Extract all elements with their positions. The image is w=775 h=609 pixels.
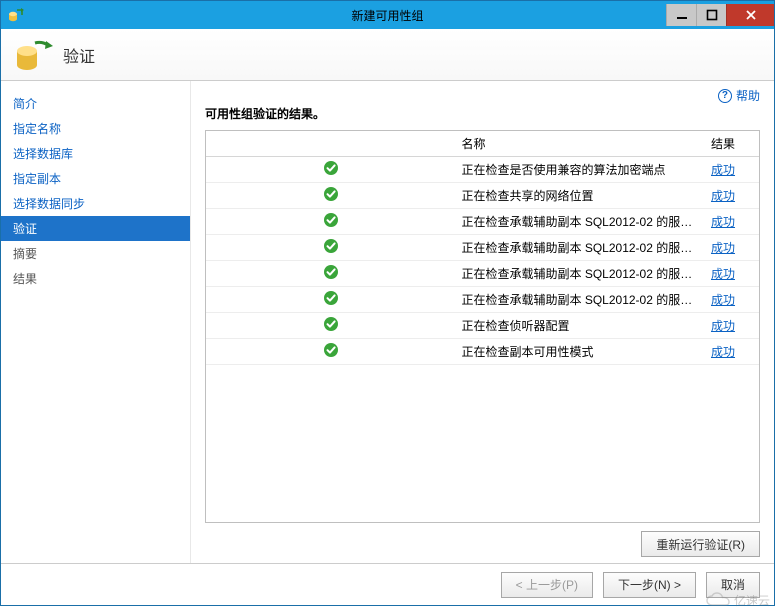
- maximize-button[interactable]: [696, 4, 726, 26]
- sidebar-item-1[interactable]: 指定名称: [1, 116, 190, 141]
- row-result: 成功: [705, 209, 759, 235]
- titlebar: 新建可用性组: [1, 1, 774, 29]
- table-row: 正在检查共享的网络位置成功: [206, 183, 759, 209]
- footer: < 上一步(P) 下一步(N) > 取消 亿速云: [1, 563, 774, 605]
- result-link[interactable]: 成功: [711, 345, 735, 359]
- success-icon: [206, 209, 456, 235]
- table-row: 正在检查承载辅助副本 SQL2012-02 的服务器实例上数据库文件是否存在成功: [206, 287, 759, 313]
- app-icon: [5, 4, 27, 26]
- row-name: 正在检查副本可用性模式: [456, 339, 706, 365]
- sidebar-item-3[interactable]: 指定副本: [1, 166, 190, 191]
- row-result: 成功: [705, 183, 759, 209]
- results-container: 名称 结果 正在检查是否使用兼容的算法加密端点成功正在检查共享的网络位置成功正在…: [205, 130, 760, 523]
- sidebar-item-2[interactable]: 选择数据库: [1, 141, 190, 166]
- header: 验证: [1, 29, 774, 81]
- page-title: 验证: [63, 43, 95, 67]
- column-result[interactable]: 结果: [705, 131, 759, 157]
- column-name[interactable]: 名称: [456, 131, 706, 157]
- row-name: 正在检查共享的网络位置: [456, 183, 706, 209]
- result-link[interactable]: 成功: [711, 267, 735, 281]
- window-controls: [666, 4, 774, 26]
- table-row: 正在检查副本可用性模式成功: [206, 339, 759, 365]
- row-name: 正在检查承载辅助副本 SQL2012-02 的服务器实例上的可用磁盘空间: [456, 209, 706, 235]
- sidebar: 简介指定名称选择数据库指定副本选择数据同步验证摘要结果: [1, 81, 191, 563]
- cancel-button[interactable]: 取消: [706, 572, 760, 598]
- wizard-window: 新建可用性组 验证 简介指定名称选择数据库指定副本选择数据同步验证摘要结果 ? …: [0, 0, 775, 606]
- content-pane: ? 帮助 可用性组验证的结果。 名称 结果 正在检查是否使用兼容的算法加密端点成…: [191, 81, 774, 563]
- sidebar-item-6: 摘要: [1, 241, 190, 266]
- rerun-row: 重新运行验证(R): [205, 531, 760, 563]
- success-icon: [206, 183, 456, 209]
- help-label: 帮助: [736, 87, 760, 104]
- row-result: 成功: [705, 235, 759, 261]
- row-name: 正在检查侦听器配置: [456, 313, 706, 339]
- result-link[interactable]: 成功: [711, 163, 735, 177]
- row-name: 正在检查承载辅助副本 SQL2012-02 的服务器实例上是否已存在所选数据库: [456, 235, 706, 261]
- sidebar-item-7: 结果: [1, 266, 190, 291]
- sidebar-item-0[interactable]: 简介: [1, 91, 190, 116]
- back-button: < 上一步(P): [501, 572, 593, 598]
- table-row: 正在检查是否使用兼容的算法加密端点成功: [206, 157, 759, 183]
- sidebar-item-4[interactable]: 选择数据同步: [1, 191, 190, 216]
- minimize-button[interactable]: [666, 4, 696, 26]
- result-link[interactable]: 成功: [711, 189, 735, 203]
- table-row: 正在检查承载辅助副本 SQL2012-02 的服务器实例上数据库文件位置的兼容性…: [206, 261, 759, 287]
- results-body: 正在检查是否使用兼容的算法加密端点成功正在检查共享的网络位置成功正在检查承载辅助…: [206, 157, 759, 365]
- column-icon: [206, 131, 456, 157]
- success-icon: [206, 313, 456, 339]
- success-icon: [206, 339, 456, 365]
- row-result: 成功: [705, 157, 759, 183]
- table-row: 正在检查承载辅助副本 SQL2012-02 的服务器实例上的可用磁盘空间成功: [206, 209, 759, 235]
- result-link[interactable]: 成功: [711, 215, 735, 229]
- success-icon: [206, 287, 456, 313]
- close-button[interactable]: [726, 4, 774, 26]
- row-result: 成功: [705, 261, 759, 287]
- results-subtitle: 可用性组验证的结果。: [205, 105, 760, 122]
- results-table: 名称 结果 正在检查是否使用兼容的算法加密端点成功正在检查共享的网络位置成功正在…: [206, 131, 759, 365]
- success-icon: [206, 157, 456, 183]
- row-name: 正在检查是否使用兼容的算法加密端点: [456, 157, 706, 183]
- row-result: 成功: [705, 287, 759, 313]
- sidebar-item-5[interactable]: 验证: [1, 216, 190, 241]
- row-result: 成功: [705, 339, 759, 365]
- result-link[interactable]: 成功: [711, 319, 735, 333]
- success-icon: [206, 235, 456, 261]
- success-icon: [206, 261, 456, 287]
- result-link[interactable]: 成功: [711, 241, 735, 255]
- table-row: 正在检查侦听器配置成功: [206, 313, 759, 339]
- row-result: 成功: [705, 313, 759, 339]
- rerun-button[interactable]: 重新运行验证(R): [641, 531, 760, 557]
- result-link[interactable]: 成功: [711, 293, 735, 307]
- table-row: 正在检查承载辅助副本 SQL2012-02 的服务器实例上是否已存在所选数据库成…: [206, 235, 759, 261]
- row-name: 正在检查承载辅助副本 SQL2012-02 的服务器实例上数据库文件位置的兼容性: [456, 261, 706, 287]
- next-button[interactable]: 下一步(N) >: [603, 572, 696, 598]
- row-name: 正在检查承载辅助副本 SQL2012-02 的服务器实例上数据库文件是否存在: [456, 287, 706, 313]
- help-icon: ?: [718, 89, 732, 103]
- database-icon: [13, 35, 53, 75]
- window-title: 新建可用性组: [1, 7, 774, 24]
- help-link[interactable]: ? 帮助: [718, 87, 760, 104]
